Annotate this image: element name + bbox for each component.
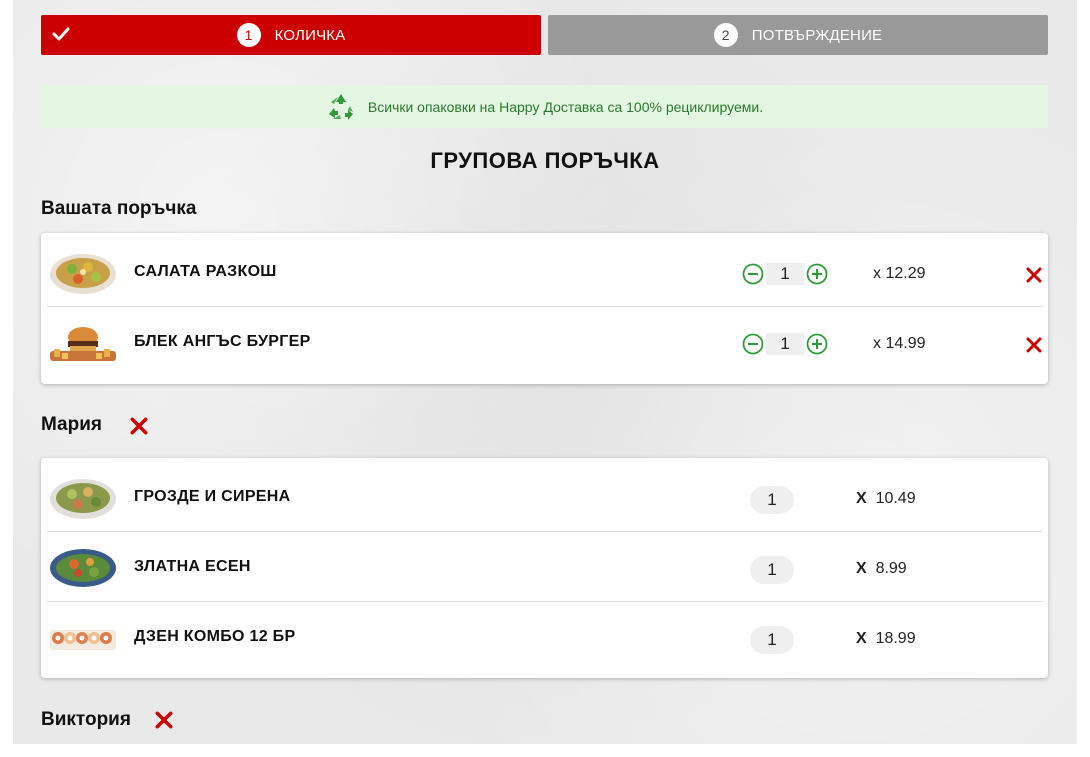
close-icon[interactable] (1026, 337, 1042, 353)
plus-icon[interactable] (806, 263, 828, 285)
eco-banner-text: Всички опаковки на Happy Доставка са 100… (367, 98, 764, 115)
check-icon (52, 27, 70, 41)
list-item: ДЗЕН КОМБО 12 БР 1 X 18.99 (41, 602, 1048, 672)
close-icon[interactable] (130, 417, 148, 435)
quantity-value: 1 (750, 556, 794, 584)
participant-order-card: ГРОЗДЕ И СИРЕНА 1 X 10.49 ЗЛАТНА ЕСЕН 1 … (41, 458, 1048, 678)
salad-image (50, 549, 116, 587)
quantity-value: 1 (750, 626, 794, 654)
minus-icon[interactable] (742, 333, 764, 355)
quantity-value[interactable]: 1 (766, 263, 804, 285)
item-price: x 14.99 (873, 335, 926, 352)
item-price: X 10.49 (856, 490, 916, 508)
price-prefix: X (856, 490, 867, 507)
recycle-icon (328, 93, 353, 120)
item-name: БЛЕК АНГЪС БУРГЕР (134, 333, 311, 350)
item-price: X 18.99 (856, 630, 916, 648)
step-number: 1 (236, 23, 261, 47)
item-name: ГРОЗДЕ И СИРЕНА (134, 488, 291, 505)
participant-name: Виктория (41, 709, 131, 730)
item-name: САЛАТА РАЗКОШ (134, 263, 277, 280)
quantity-value: 1 (750, 486, 794, 514)
quantity-stepper: 1 (742, 263, 832, 285)
close-icon[interactable] (1026, 267, 1042, 283)
step-confirmation[interactable]: 2 ПОТВЪРЖДЕНИЕ (548, 15, 1048, 55)
item-price: x 12.29 (873, 265, 926, 282)
price-prefix: X (856, 630, 867, 647)
your-order-label: Вашата поръчка (41, 198, 197, 219)
list-item: БЛЕК АНГЪС БУРГЕР 1 x 14.99 (41, 307, 1048, 377)
minus-icon[interactable] (742, 263, 764, 285)
step-number: 2 (713, 23, 738, 47)
checkout-steps: 1 КОЛИЧКА 2 ПОТВЪРЖДЕНИЕ (41, 15, 1048, 55)
participant-name: Мария (41, 414, 102, 435)
price-value: 18.99 (875, 630, 916, 647)
list-item: ЗЛАТНА ЕСЕН 1 X 8.99 (41, 532, 1048, 602)
list-item: ГРОЗДЕ И СИРЕНА 1 X 10.49 (41, 462, 1048, 532)
price-prefix: X (856, 560, 867, 577)
price-value: 10.49 (875, 490, 916, 507)
quantity-stepper: 1 (742, 333, 832, 355)
plus-icon[interactable] (806, 333, 828, 355)
your-order-card: САЛАТА РАЗКОШ 1 x 12.29 БЛЕК АНГЪС БУРГЕ… (41, 233, 1048, 384)
item-price: X 8.99 (856, 560, 907, 578)
sushi-image (50, 630, 116, 650)
price-value: 8.99 (875, 560, 907, 577)
item-name: ДЗЕН КОМБО 12 БР (134, 628, 296, 645)
salad-image (50, 254, 116, 294)
step-cart[interactable]: 1 КОЛИЧКА (41, 15, 541, 55)
step-label: КОЛИЧКА (274, 26, 346, 44)
burger-image (50, 327, 116, 361)
step-label: ПОТВЪРЖДЕНИЕ (751, 26, 883, 44)
salad-image (50, 479, 116, 519)
list-item: САЛАТА РАЗКОШ 1 x 12.29 (41, 237, 1048, 307)
eco-banner: Всички опаковки на Happy Доставка са 100… (41, 85, 1048, 128)
item-name: ЗЛАТНА ЕСЕН (134, 558, 251, 575)
quantity-value[interactable]: 1 (766, 333, 804, 355)
close-icon[interactable] (155, 711, 173, 729)
page-title: ГРУПОВА ПОРЪЧКА (430, 148, 660, 173)
